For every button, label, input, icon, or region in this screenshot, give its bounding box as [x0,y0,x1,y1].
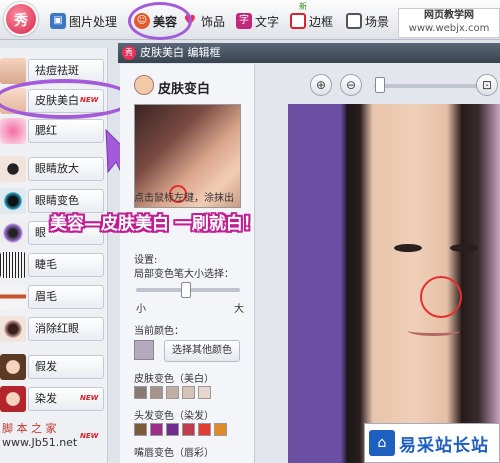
menu-item-eyebrow[interactable]: 眉毛 [0,282,106,312]
current-color-swatch [134,340,154,360]
site-logo-icon: ⌂ [369,430,395,456]
brush-cursor-circle [420,276,462,318]
photo-left-eye [394,244,422,252]
text-icon: 字 [236,13,252,29]
menu-item-blush[interactable]: 腮红 [0,116,106,146]
menu-item-eyelash[interactable]: 睫毛 [0,250,106,280]
panel-heading: 皮肤变白 [134,75,211,97]
color-swatch[interactable] [198,423,211,436]
new-label: NEW [80,394,99,402]
tutorial-banner: 美容—皮肤美白 一刷就白！ [50,214,260,234]
brush-size-slider-knob[interactable] [180,282,191,298]
color-swatch[interactable] [166,423,179,436]
menu-highlight-oval [0,79,134,119]
photo-mouth [408,326,460,336]
edited-photo[interactable] [288,104,500,463]
menu-item-wig[interactable]: 假发 [0,352,106,382]
menu-item-label: 假发 [28,355,104,379]
panel-logo-icon: 秀 [122,46,136,60]
eye-thumb-icon [0,156,26,182]
tab-frame[interactable]: 边框 [290,9,333,33]
menu-item-label: 眉毛 [28,285,104,309]
edit-panel-title-bar: 秀 皮肤美白 编辑框 [118,43,500,63]
eyebrow-thumb-icon [0,284,26,310]
tab-scene[interactable]: 场景 [346,9,389,33]
settings-label: 设置: 局部变色笔大小选择： [134,254,234,282]
brush-size-label: 局部变色笔大小选择： [134,269,234,280]
current-color-label: 当前颜色： [134,326,184,337]
fit-view-button[interactable]: ⊡ [476,74,498,96]
new-badge: 新 [299,2,307,11]
frame-icon [290,13,306,29]
eyelash-thumb-icon [0,252,26,278]
menu-item-label: 睫毛 [28,253,104,277]
acne-thumb-icon [0,58,26,84]
scene-icon [346,13,362,29]
hair-dye-thumb-icon [0,386,26,412]
color-swatch[interactable] [214,423,227,436]
menu-item-label: 消除红眼 [28,317,104,341]
watermark-bl-line2: www.Jb51.net [2,436,78,449]
watermark-br-text: 易采站长站 [399,435,489,456]
lip-color-label: 嘴唇变色（唇彩） [134,448,214,459]
color-swatch[interactable] [182,386,195,399]
choose-other-color-button[interactable]: 选择其他颜色 [164,340,240,362]
red-eye-thumb-icon [0,316,26,342]
menu-item-label: 眼睛放大 [28,157,104,181]
face-icon [134,75,154,95]
menu-item-hair-dye[interactable]: 染发 NEW [0,384,106,414]
zoom-out-button[interactable]: ⊖ [340,74,362,96]
skin-color-swatches [134,386,211,399]
watermark-top-line2: www.webjx.com [408,23,490,34]
panel-title: 皮肤美白 编辑框 [140,46,221,59]
slider-min-label: 小 [136,304,146,315]
watermark-bottom-right: ⌂ 易采站长站 [364,423,500,463]
watermark-top: 网页教学网 www.webjx.com [398,8,500,38]
zoom-slider[interactable] [374,84,484,88]
zoom-slider-knob[interactable] [374,77,385,93]
slider-max-label: 大 [234,304,244,315]
hair-color-label: 头发变色（染发） [134,411,214,422]
tab-image-processing[interactable]: ▣ 图片处理 [50,9,117,33]
color-swatch[interactable] [150,423,163,436]
menu-item-label: 腮红 [28,119,104,143]
image-icon: ▣ [50,13,66,29]
settings-heading: 设置: [134,255,158,266]
menu-item-eye-enlarge[interactable]: 眼睛放大 [0,154,106,184]
wig-thumb-icon [0,354,26,380]
skin-whitening-panel: 皮肤变白 点击鼠标左键，涂抹出 设置: 局部变色笔大小选择： 小 大 当前颜色：… [120,64,255,463]
eye-color-thumb-icon [0,188,26,214]
tab-highlight-oval [128,2,192,40]
color-swatch[interactable] [198,386,211,399]
watermark-top-line1: 网页教学网 [424,10,474,21]
photo-right-eye [450,244,478,252]
blush-thumb-icon [0,118,26,144]
color-swatch[interactable] [166,386,179,399]
instruction-text: 点击鼠标左键，涂抹出 [134,193,234,204]
hair-color-swatches [134,423,227,436]
watermark-bl-line1: 脚 本 之 家 [2,422,57,435]
app-logo: 秀 [4,2,38,36]
color-swatch[interactable] [182,423,195,436]
skin-color-label: 皮肤变色（美白） [134,374,214,385]
color-swatch[interactable] [150,386,163,399]
panel-heading-text: 皮肤变白 [158,82,211,97]
watermark-bottom-left: 脚 本 之 家 www.Jb51.net [2,422,84,462]
color-swatch[interactable] [134,423,147,436]
tab-text[interactable]: 字 文字 [236,9,279,33]
color-swatch[interactable] [134,386,147,399]
zoom-in-button[interactable]: ⊕ [310,74,332,96]
eye-shadow-thumb-icon [0,220,26,246]
menu-item-red-eye[interactable]: 消除红眼 [0,314,106,344]
